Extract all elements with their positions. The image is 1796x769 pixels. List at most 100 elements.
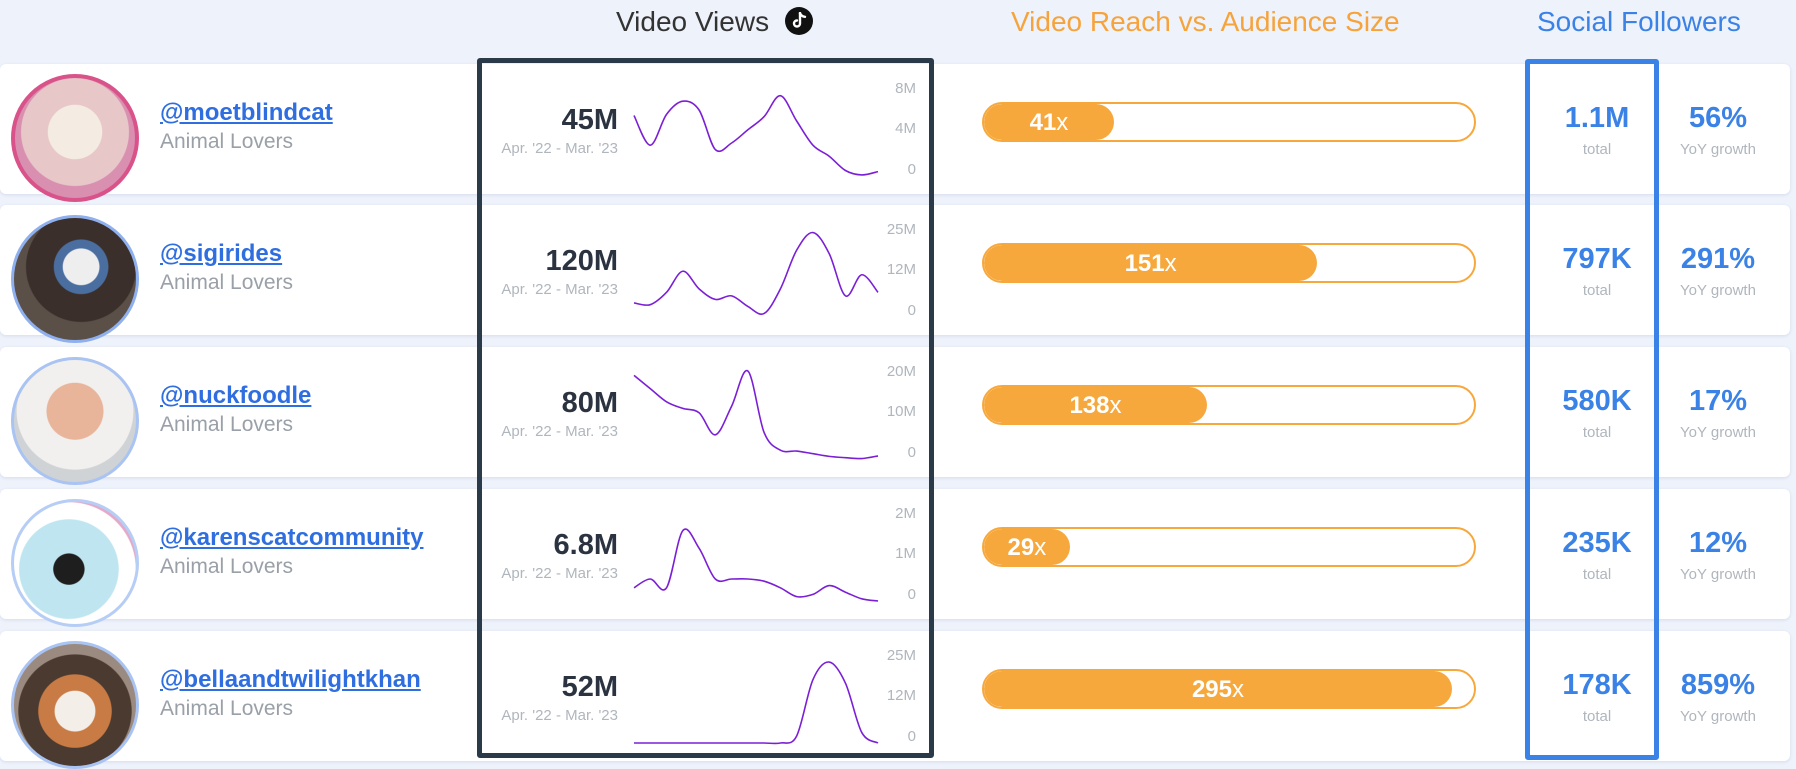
y-axis-tick-label: 4M [895, 120, 916, 137]
views-sparkline [633, 94, 879, 176]
views-sparkline [633, 528, 879, 602]
reach-bar-fill: 41x [984, 104, 1114, 140]
avatar[interactable] [11, 215, 139, 343]
date-range-label: Apr. '22 - Mar. '23 [501, 707, 618, 724]
yoy-growth-value: 12% [1688, 527, 1748, 559]
y-axis-tick-label: 25M [886, 221, 916, 238]
y-axis-tick-label: 0 [907, 161, 916, 178]
video-views-value: 45M [561, 104, 618, 136]
avatar[interactable] [11, 74, 139, 202]
influencer-row: @karenscatcommunity Animal Lovers 6.8M A… [0, 489, 1790, 627]
reach-bar-track: 29x [982, 527, 1476, 567]
sparkline-line [633, 231, 879, 315]
y-axis-tick-label: 1M [895, 545, 916, 562]
followers-total-label: total [1582, 424, 1612, 441]
influencer-row: @sigirides Animal Lovers 120M Apr. '22 -… [0, 205, 1790, 343]
video-views-title: Video Views [616, 6, 770, 37]
profile-handle-link[interactable]: @moetblindcat [160, 99, 333, 127]
category-label: Animal Lovers [160, 697, 294, 720]
sparkline-line [633, 94, 879, 176]
y-axis-tick-label: 12M [886, 687, 916, 704]
video-views-value: 52M [561, 671, 618, 703]
yoy-growth-label: YoY growth [1680, 566, 1756, 583]
profile-handle-link[interactable]: @bellaandtwilightkhan [160, 666, 421, 694]
yoy-growth-label: YoY growth [1680, 424, 1756, 441]
followers-total-value: 178K [1562, 669, 1632, 701]
reach-bar-fill: 295x [984, 671, 1452, 707]
views-sparkline [633, 370, 879, 460]
reach-bar-track: 41x [982, 102, 1476, 142]
yoy-growth-value: 859% [1680, 669, 1756, 701]
video-views-value: 80M [561, 387, 618, 419]
category-label: Animal Lovers [160, 413, 294, 436]
reach-multiplier: 151 [1124, 250, 1165, 277]
followers-total-value: 797K [1562, 243, 1632, 275]
reach-multiplier-suffix: x [1109, 392, 1122, 419]
video-views-value: 6.8M [553, 529, 618, 561]
social-followers-header: Social Followers [1537, 6, 1741, 37]
y-axis-tick-label: 8M [895, 80, 916, 97]
followers-total-label: total [1582, 141, 1612, 158]
y-axis-tick-label: 10M [886, 403, 916, 420]
yoy-growth-value: 291% [1680, 243, 1756, 275]
reach-header: Video Reach vs. Audience Size [1011, 6, 1400, 37]
sparkline-line [633, 528, 879, 602]
category-label: Animal Lovers [160, 555, 294, 578]
y-axis-tick-label: 0 [907, 728, 916, 745]
influencer-row: @moetblindcat Animal Lovers 45M Apr. '22… [0, 64, 1790, 202]
date-range-label: Apr. '22 - Mar. '23 [501, 423, 618, 440]
views-sparkline [633, 661, 879, 745]
tiktok-icon [784, 6, 813, 35]
sparkline-line [633, 370, 879, 460]
y-axis-tick-label: 12M [886, 261, 916, 278]
y-axis-tick-label: 25M [886, 647, 916, 664]
yoy-growth-value: 56% [1688, 102, 1748, 134]
category-label: Animal Lovers [160, 130, 294, 153]
y-axis-tick-label: 0 [907, 586, 916, 603]
reach-bar-fill: 138x [984, 387, 1207, 423]
influencer-row: @bellaandtwilightkhan Animal Lovers 52M … [0, 631, 1790, 769]
reach-multiplier: 29 [1007, 534, 1035, 561]
reach-multiplier-suffix: x [1056, 109, 1069, 136]
yoy-growth-label: YoY growth [1680, 141, 1756, 158]
avatar[interactable] [11, 641, 139, 769]
yoy-growth-label: YoY growth [1680, 708, 1756, 725]
reach-multiplier: 41 [1029, 109, 1057, 136]
date-range-label: Apr. '22 - Mar. '23 [501, 565, 618, 582]
y-axis-tick-label: 2M [895, 505, 916, 522]
reach-multiplier-suffix: x [1164, 250, 1177, 277]
followers-total-label: total [1582, 708, 1612, 725]
sparkline-line [633, 661, 879, 745]
reach-bar-fill: 151x [984, 245, 1318, 281]
followers-total-value: 580K [1562, 385, 1632, 417]
reach-bar-track: 138x [982, 385, 1476, 425]
followers-total-label: total [1582, 282, 1612, 299]
followers-total-value: 235K [1562, 527, 1632, 559]
y-axis-tick-label: 0 [907, 444, 916, 461]
profile-handle-link[interactable]: @karenscatcommunity [160, 524, 424, 552]
profile-handle-link[interactable]: @sigirides [160, 240, 282, 268]
followers-total-label: total [1582, 566, 1612, 583]
y-axis-tick-label: 20M [886, 363, 916, 380]
views-sparkline [633, 231, 879, 315]
influencer-row: @nuckfoodle Animal Lovers 80M Apr. '22 -… [0, 347, 1790, 485]
date-range-label: Apr. '22 - Mar. '23 [501, 140, 618, 157]
reach-bar-track: 151x [982, 243, 1476, 283]
yoy-growth-label: YoY growth [1680, 282, 1756, 299]
category-label: Animal Lovers [160, 271, 294, 294]
reach-bar-track: 295x [982, 669, 1476, 709]
avatar[interactable] [11, 357, 139, 485]
followers-total-value: 1.1M [1564, 102, 1630, 134]
reach-bar-fill: 29x [984, 529, 1070, 565]
date-range-label: Apr. '22 - Mar. '23 [501, 281, 618, 298]
reach-multiplier: 295 [1191, 676, 1232, 703]
video-views-header: Video Views [616, 0, 856, 44]
yoy-growth-value: 17% [1688, 385, 1748, 417]
y-axis-tick-label: 0 [907, 302, 916, 319]
reach-multiplier: 138 [1069, 392, 1110, 419]
reach-multiplier-suffix: x [1231, 676, 1244, 703]
avatar[interactable] [11, 499, 139, 627]
reach-multiplier-suffix: x [1034, 534, 1047, 561]
profile-handle-link[interactable]: @nuckfoodle [160, 382, 311, 410]
video-views-value: 120M [545, 245, 618, 277]
